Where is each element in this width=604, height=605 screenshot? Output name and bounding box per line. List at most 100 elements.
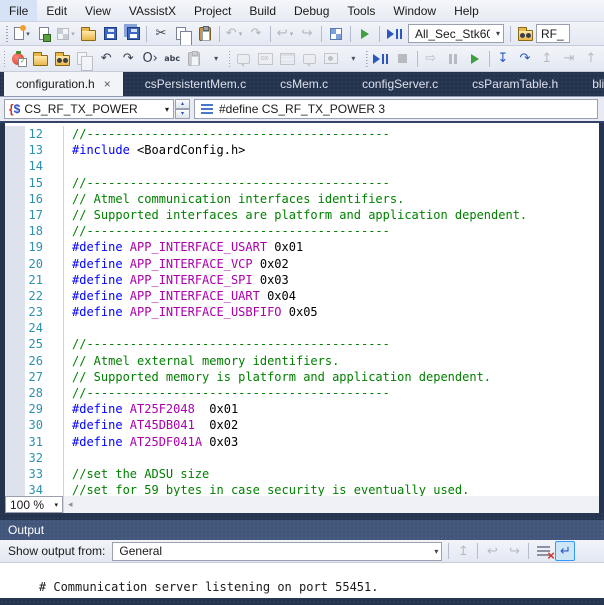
cut-button[interactable]: ✂ — [151, 24, 171, 44]
find-in-files-button[interactable] — [515, 24, 535, 44]
va-spell-check-button[interactable]: abc — [162, 49, 182, 69]
code-line[interactable]: 25//------------------------------------… — [5, 336, 599, 352]
add-new-item-button[interactable] — [34, 24, 54, 44]
code-line[interactable]: 28//------------------------------------… — [5, 385, 599, 401]
zoom-value: 100 % — [10, 498, 54, 512]
menu-item-view[interactable]: View — [76, 0, 120, 21]
menu-item-window[interactable]: Window — [384, 0, 445, 21]
code-line[interactable]: 31#define AT25DF041A 0x03 — [5, 434, 599, 450]
code-token: APP_INTERFACE_SPI — [123, 273, 253, 287]
menu-item-build[interactable]: Build — [240, 0, 285, 21]
context-dropdown[interactable]: {$ CS_RF_TX_POWER ▾ — [4, 99, 174, 119]
start-without-debugging-button[interactable] — [465, 49, 485, 69]
tab-csmem-c[interactable]: csMem.c — [268, 72, 340, 96]
copy-button[interactable] — [173, 24, 193, 44]
open-file-button[interactable] — [78, 24, 98, 44]
code-line[interactable]: 15//------------------------------------… — [5, 175, 599, 191]
va-goto-back-button[interactable]: ↶ — [96, 49, 116, 69]
menu-item-tools[interactable]: Tools — [338, 0, 384, 21]
new-project-button[interactable]: ▾ — [12, 24, 32, 44]
chevron-down-icon[interactable]: ▾ — [290, 30, 294, 38]
va-goto-forward-button[interactable]: ↷ — [118, 49, 138, 69]
panel-splitter[interactable] — [0, 513, 604, 520]
step-into-button[interactable]: ↧ — [493, 49, 513, 69]
va-find-references-button[interactable] — [52, 49, 72, 69]
code-line[interactable]: 27// Supported memory is platform and ap… — [5, 369, 599, 385]
menu-item-debug[interactable]: Debug — [285, 0, 338, 21]
spin-up-button[interactable]: ▴ — [175, 99, 190, 109]
properties-window-button[interactable] — [326, 24, 346, 44]
tab-blink-c[interactable]: blink.c — [580, 72, 604, 96]
output-console[interactable]: # Communication server listening on port… — [0, 563, 604, 598]
tab-configserver-c[interactable]: configServer.c — [350, 72, 450, 96]
run-button[interactable] — [355, 24, 375, 44]
va-open-file-button[interactable] — [30, 49, 50, 69]
toolbar-grip[interactable] — [366, 51, 367, 67]
code-line[interactable]: 19#define APP_INTERFACE_USART 0x01 — [5, 239, 599, 255]
save-button[interactable] — [100, 24, 120, 44]
toolbar-grip[interactable] — [229, 51, 230, 67]
va-surround-button[interactable]: O› — [140, 49, 160, 69]
tab-cspersistentmem-c[interactable]: csPersistentMem.c — [133, 72, 258, 96]
code-line[interactable]: 32 — [5, 450, 599, 466]
toolbar-grip[interactable] — [4, 26, 9, 42]
chevron-down-icon[interactable]: ▾ — [26, 30, 30, 38]
menu-item-edit[interactable]: Edit — [37, 0, 76, 21]
zoom-dropdown[interactable]: 100 % ▾ — [5, 496, 63, 513]
toolbar-grip[interactable] — [4, 51, 5, 67]
code-line[interactable]: 18//------------------------------------… — [5, 223, 599, 239]
find-input[interactable]: RF_ — [536, 24, 570, 43]
code-line[interactable]: 26// Atmel external memory identifiers. — [5, 353, 599, 369]
tab-csparamtable-h[interactable]: csParamTable.h — [460, 72, 570, 96]
chevron-down-icon[interactable]: ▾ — [239, 30, 243, 38]
redo-icon: ↷ — [251, 27, 262, 40]
code-line[interactable]: 12//------------------------------------… — [5, 126, 599, 142]
code-line[interactable]: 21#define APP_INTERFACE_SPI 0x03 — [5, 272, 599, 288]
solution-configurations-dropdown[interactable]: All_Sec_Stk60▾ — [408, 24, 504, 43]
chevron-down-icon[interactable]: ▾ — [71, 30, 75, 38]
menu-item-help[interactable]: Help — [445, 0, 488, 21]
definition-preview[interactable]: #define CS_RF_TX_POWER 3 — [194, 99, 598, 119]
code-line[interactable]: 23#define APP_INTERFACE_USBFIFO 0x05 — [5, 304, 599, 320]
horizontal-scrollbar[interactable]: ◂ — [63, 496, 599, 513]
line-number: 27 — [5, 369, 51, 385]
code-line[interactable]: 17// Supported interfaces are platform a… — [5, 207, 599, 223]
spin-down-button[interactable]: ▾ — [175, 109, 190, 119]
toolbar-overflow-button[interactable]: ▾ — [206, 49, 226, 69]
code-line[interactable]: 13#include <BoardConfig.h> — [5, 142, 599, 158]
code-line[interactable]: 30#define AT45DB041 0x02 — [5, 417, 599, 433]
toggle-word-wrap-button[interactable]: ↵ — [555, 541, 575, 561]
start-debug-break-button[interactable] — [371, 49, 391, 69]
tab-configuration-h[interactable]: configuration.h× — [4, 72, 123, 96]
close-icon[interactable]: × — [104, 78, 111, 90]
line-number: 12 — [5, 126, 51, 142]
scroll-left-icon[interactable]: ◂ — [64, 499, 77, 510]
definition-text: #define CS_RF_TX_POWER 3 — [219, 102, 385, 116]
code-token: 0x02 — [253, 257, 289, 271]
code-line[interactable]: 29#define AT25F2048 0x01 — [5, 401, 599, 417]
clear-all-button[interactable] — [533, 541, 553, 561]
code-line[interactable]: 22#define APP_INTERFACE_UART 0x04 — [5, 288, 599, 304]
next-message-button: ↪ — [504, 541, 524, 561]
menu-item-vassistx[interactable]: VAssistX — [120, 0, 185, 21]
copy-icon — [176, 27, 186, 40]
tab-label: csParamTable.h — [472, 77, 558, 91]
output-source-dropdown[interactable]: General ▾ — [112, 542, 442, 561]
code-line[interactable]: 33//set the ADSU size — [5, 466, 599, 482]
code-line[interactable]: 20#define APP_INTERFACE_VCP 0x02 — [5, 256, 599, 272]
code-line[interactable]: 14 — [5, 158, 599, 174]
code-line[interactable]: 16// Atmel communication interfaces iden… — [5, 191, 599, 207]
start-debug-break-button[interactable] — [384, 24, 404, 44]
save-all-button[interactable] — [122, 24, 142, 44]
menu-item-project[interactable]: Project — [185, 0, 240, 21]
step-over-button[interactable]: ↷ — [515, 49, 535, 69]
output-panel-title: Output — [0, 520, 604, 540]
code-editor[interactable]: 12//------------------------------------… — [0, 123, 604, 496]
toolbar-overflow-button[interactable]: ▾ — [343, 49, 363, 69]
paste-button[interactable] — [195, 24, 215, 44]
code-line[interactable]: 34//set for 59 bytes in case security is… — [5, 482, 599, 496]
vassistx-button[interactable] — [8, 49, 28, 69]
menu-item-file[interactable]: File — [0, 0, 37, 21]
code-line[interactable]: 24 — [5, 320, 599, 336]
tab-label: csPersistentMem.c — [145, 77, 246, 91]
